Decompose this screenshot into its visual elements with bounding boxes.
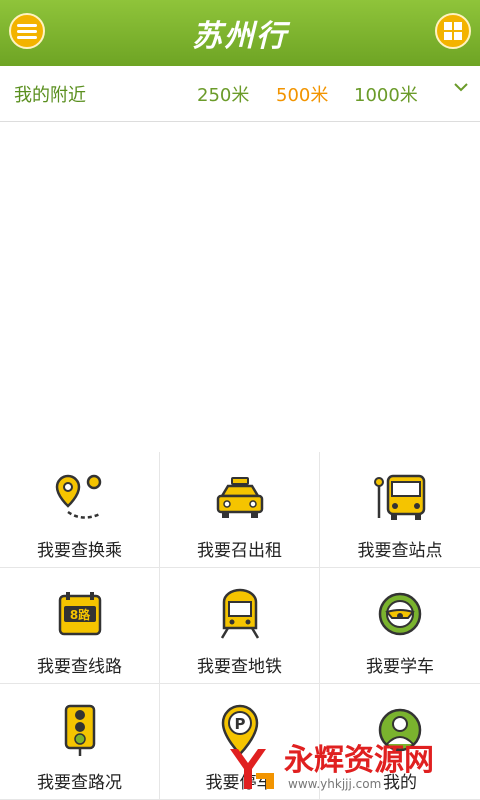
grid-item-label: 我要查路况 bbox=[37, 773, 122, 793]
nearby-label: 我的附近 bbox=[14, 84, 86, 106]
svg-text:P: P bbox=[234, 715, 245, 733]
locate-button[interactable] bbox=[428, 400, 466, 438]
grid-item-taxi[interactable]: 我要召出租 bbox=[160, 452, 320, 568]
parking-marker-icon[interactable]: P bbox=[82, 320, 99, 337]
map-label: 技有限公司 bbox=[283, 273, 349, 288]
grid-item-metro[interactable]: 我要查地铁 bbox=[160, 568, 320, 684]
map-scale: 100米 bbox=[6, 411, 44, 426]
map-label: 凤里桥 bbox=[86, 374, 126, 389]
map-label: 飞翔新材 bbox=[416, 361, 469, 376]
poi-marker-icon[interactable] bbox=[207, 121, 216, 130]
svg-text:8路: 8路 bbox=[69, 607, 90, 622]
map-scale-bar bbox=[4, 424, 48, 428]
grid-item-transfer[interactable]: 我要查换乘 bbox=[0, 452, 160, 568]
watermark-logo-icon bbox=[230, 748, 274, 789]
map-label: 技有 bbox=[456, 149, 470, 182]
bus-line-icon: 8路 bbox=[58, 592, 101, 636]
apps-grid-button[interactable] bbox=[435, 13, 471, 49]
grid-item-label: 我要召出租 bbox=[197, 541, 282, 561]
navigation-arrow-icon bbox=[429, 401, 445, 417]
poi-marker-icon[interactable] bbox=[116, 210, 125, 219]
grid-item-label: 我要查线路 bbox=[37, 657, 122, 677]
grid-item-label: 我要查站点 bbox=[357, 541, 443, 561]
poi-marker-icon[interactable] bbox=[370, 226, 379, 235]
map-label: 曙光制动器公司 bbox=[200, 168, 292, 183]
distance-option-1000[interactable]: 1000米 bbox=[354, 81, 418, 107]
grid-item-label: 我要查换乘 bbox=[37, 541, 122, 561]
map-label: 参天制药公司 bbox=[275, 224, 354, 239]
watermark: 永辉资源网 www.yhkjjj.com bbox=[226, 735, 480, 800]
map-label: 岸芷街 bbox=[246, 208, 260, 251]
bus-stop-icon bbox=[374, 474, 426, 520]
watermark-url: www.yhkjjj.com bbox=[288, 776, 382, 791]
app-title: 苏州行 bbox=[192, 19, 288, 54]
map-label: 劳士领工 bbox=[422, 261, 475, 276]
route-transfer-icon bbox=[55, 474, 101, 519]
taxi-icon bbox=[216, 477, 263, 518]
poi-marker-icon[interactable] bbox=[440, 140, 449, 149]
chevron-down-icon[interactable] bbox=[454, 82, 468, 92]
grid-item-label: 我要查地铁 bbox=[197, 657, 282, 677]
map-label: 料研究院 bbox=[416, 379, 469, 394]
map-canvas bbox=[0, 66, 480, 452]
grid-item-line[interactable]: 8路 我要查线路 bbox=[0, 568, 160, 684]
watermark-text: 永辉资源网 bbox=[284, 742, 434, 778]
traffic-light-icon bbox=[64, 704, 95, 756]
map-label: 生益轩国际 bbox=[85, 228, 151, 243]
map-label: 供应链平台 bbox=[85, 246, 151, 261]
poi-marker-icon[interactable] bbox=[398, 370, 407, 379]
map-label: 长阳街 bbox=[364, 125, 378, 168]
menu-icon bbox=[17, 24, 37, 39]
distance-option-250[interactable]: 250米 bbox=[197, 81, 249, 107]
nearby-filter-bar: 我的附近 250米 500米 1000米 bbox=[0, 66, 480, 122]
grid-item-driving[interactable]: 我要学车 bbox=[320, 568, 480, 684]
map-view[interactable]: 长阳街汀兰巷北 技术公司 曙光制动器公司 汀兰巷 岸芷街 参天制药公司 生益轩国… bbox=[0, 66, 480, 452]
app-header: 苏州行 bbox=[0, 0, 480, 66]
map-label: 暨明医药科 bbox=[283, 255, 349, 270]
distance-option-500[interactable]: 500米 bbox=[276, 81, 328, 107]
grid-item-traffic[interactable]: 我要查路况 bbox=[0, 684, 160, 800]
map-label: 泰科 bbox=[456, 131, 470, 164]
grid-item-station[interactable]: 我要查站点 bbox=[320, 452, 480, 568]
poi-marker-icon[interactable] bbox=[406, 269, 415, 278]
metro-icon bbox=[220, 588, 259, 639]
poi-marker-icon[interactable] bbox=[269, 262, 278, 271]
map-label: 技术公司 bbox=[222, 121, 275, 136]
poi-marker-icon[interactable] bbox=[310, 170, 319, 179]
grid-item-label: 我要学车 bbox=[366, 657, 434, 677]
map-label: 汀兰巷 bbox=[262, 185, 302, 200]
menu-button[interactable] bbox=[9, 13, 45, 49]
steering-wheel-icon bbox=[378, 592, 422, 636]
map-attribution: Bai 地图 bbox=[3, 438, 49, 451]
map-label: 料有限公 bbox=[430, 278, 470, 311]
current-location-icon bbox=[231, 247, 248, 264]
parking-marker-icon[interactable]: P bbox=[34, 128, 51, 145]
grid-icon bbox=[444, 22, 462, 40]
